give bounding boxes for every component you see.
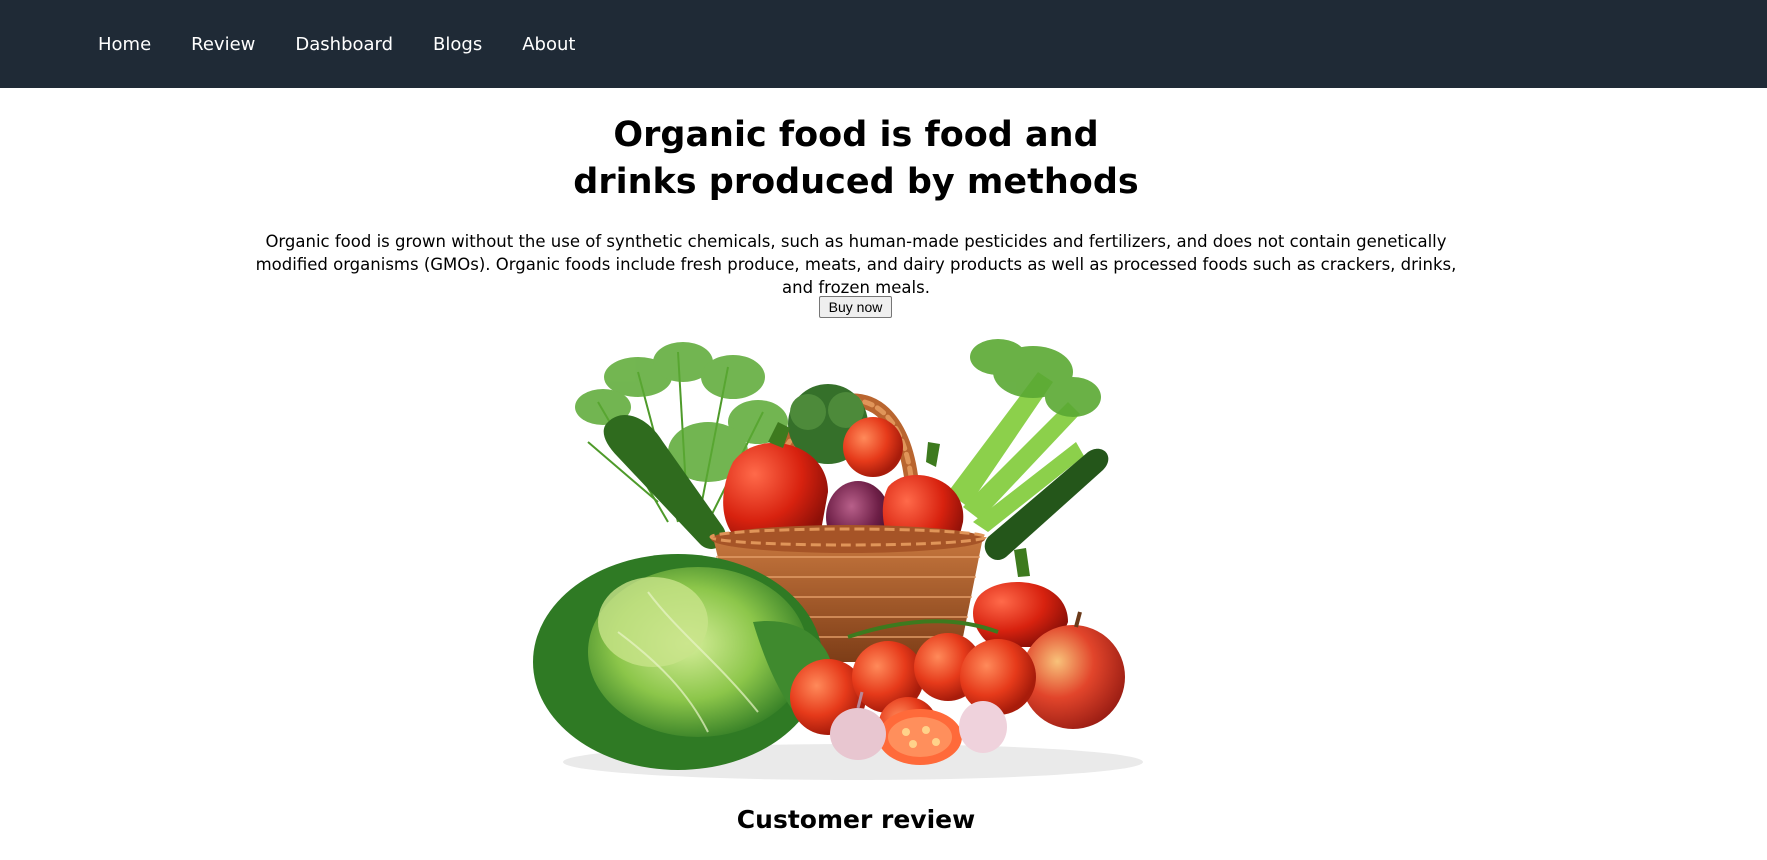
hero-title-line-2: drinks produced by methods [573, 162, 1139, 202]
nav-item-blogs[interactable]: Blogs [433, 34, 482, 55]
top-navbar: Home Review Dashboard Blogs About [0, 0, 1767, 88]
customer-review-heading: Customer review [736, 805, 976, 834]
buy-now-button[interactable]: Buy now [819, 296, 892, 318]
nav-item-dashboard[interactable]: Dashboard [295, 34, 393, 55]
hero-title-line-1: Organic food is food and [613, 115, 1099, 155]
nav-item-about[interactable]: About [522, 34, 575, 55]
vegetable-basket-image [533, 339, 1143, 780]
hero-title: Organic food is food and drinks produced… [0, 112, 1712, 206]
hero-description: Organic food is grown without the use of… [255, 232, 1457, 297]
nav-item-review[interactable]: Review [191, 34, 255, 55]
nav-links: Home Review Dashboard Blogs About [98, 0, 575, 88]
nav-item-home[interactable]: Home [98, 34, 151, 55]
